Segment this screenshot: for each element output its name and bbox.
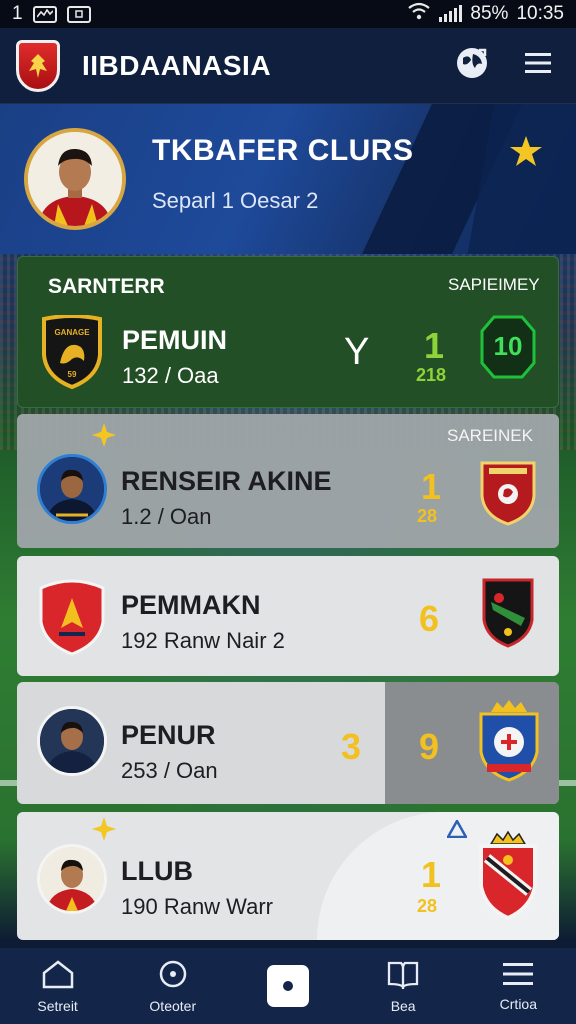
player-avatar <box>37 844 107 914</box>
book-icon <box>386 959 420 992</box>
club-card[interactable]: LLUB 190 Ranw Warr 1 28 <box>17 812 559 940</box>
nav-label: Oteoter <box>149 997 197 1014</box>
player-avatar <box>37 454 107 524</box>
menu-icon <box>502 961 534 990</box>
activity-icon <box>32 5 57 23</box>
warning-icon <box>445 818 469 843</box>
nav-item-explore[interactable]: Oteoter <box>123 959 223 1014</box>
battery-level: 85% <box>470 3 509 24</box>
nav-item-home[interactable]: Setreit <box>8 959 108 1014</box>
star-icon <box>91 816 117 847</box>
center-dot-icon <box>266 965 309 1007</box>
notification-icon <box>66 5 91 23</box>
club-name: LLUB <box>121 856 193 886</box>
number-badge: 10 <box>480 315 536 379</box>
compass-icon <box>158 959 188 992</box>
star-icon <box>508 134 544 177</box>
nav-item-center[interactable] <box>238 965 338 1007</box>
hero-title: TKBAFER CLURS <box>152 134 414 167</box>
club-crest <box>37 578 107 656</box>
svg-text:GANAGE: GANAGE <box>54 328 90 337</box>
card-tag-left: SARNTERR <box>48 275 165 298</box>
card-tag-right: SAREINEK <box>447 426 533 445</box>
score: 1 <box>424 325 445 366</box>
clock: 10:35 <box>516 3 564 24</box>
app-bar: IIBDAANASIA <box>0 28 576 104</box>
globe-button[interactable] <box>450 44 494 88</box>
svg-text:59: 59 <box>68 370 77 379</box>
featured-club-card[interactable]: SARNTERR SAPIEIMEY GANAGE 59 PEMUIN 132 … <box>17 256 559 408</box>
number-badge-value: 10 <box>493 331 523 361</box>
hero-banner: TKBAFER CLURS Separl 1 Oesar 2 <box>0 104 576 254</box>
nav-item-book[interactable]: Bea <box>353 959 453 1014</box>
bottom-navigation: Setreit Oteoter Bea Crtioa <box>0 948 576 1024</box>
club-crest <box>477 698 541 782</box>
wifi-icon <box>407 2 431 26</box>
club-shield-logo[interactable] <box>16 39 60 92</box>
menu-icon <box>524 51 552 80</box>
signal-icon <box>439 5 463 22</box>
score: 1 <box>421 854 442 895</box>
nav-label: Setreit <box>37 997 78 1014</box>
hero-subtitle: Separl 1 Oesar 2 <box>152 188 319 213</box>
globe-icon <box>455 46 489 85</box>
versus-mark: Y <box>344 331 370 373</box>
club-card[interactable]: PEMMAKN 192 Ranw Nair 2 6 <box>17 556 559 676</box>
score-sub: 28 <box>417 896 438 916</box>
club-card[interactable]: PENUR 253 / Oan 3 9 <box>17 682 559 804</box>
club-meta: 190 Ranw Warr <box>121 894 274 919</box>
club-meta: 132 / Oaa <box>122 363 219 388</box>
club-meta: 192 Ranw Nair 2 <box>121 628 285 653</box>
club-crest: GANAGE 59 <box>40 315 104 391</box>
status-left-label: 1 <box>12 3 23 24</box>
nav-item-menu[interactable]: Crtioa <box>468 961 568 1012</box>
score-secondary: 9 <box>419 726 440 767</box>
club-crest <box>481 576 535 648</box>
home-icon <box>41 959 75 992</box>
player-avatar <box>37 706 107 776</box>
nav-label: Bea <box>390 997 416 1014</box>
app-title: IIBDAANASIA <box>82 49 272 81</box>
club-meta: 253 / Oan <box>121 758 218 783</box>
score: 6 <box>419 598 440 639</box>
nav-label: Crtioa <box>499 995 538 1012</box>
club-name: PEMMAKN <box>121 590 261 620</box>
club-crest <box>479 460 537 526</box>
score: 1 <box>421 466 442 507</box>
club-meta: 1.2 / Oan <box>121 504 212 529</box>
score-sub: 218 <box>416 365 447 385</box>
score-sub: 28 <box>417 506 438 526</box>
score: 3 <box>341 726 362 767</box>
club-crest <box>475 828 541 922</box>
star-icon <box>91 422 117 453</box>
club-name: PENUR <box>121 720 216 750</box>
card-tag-right: SAPIEIMEY <box>448 275 540 294</box>
menu-button[interactable] <box>516 44 560 88</box>
club-card[interactable]: SAREINEK RENSEIR AKINE 1.2 / Oan 1 28 <box>17 414 559 548</box>
club-name: PEMUIN <box>122 325 228 355</box>
status-bar: 1 85% 10:35 <box>0 0 576 28</box>
club-name: RENSEIR AKINE <box>121 466 332 496</box>
featured-player-avatar[interactable] <box>24 128 126 230</box>
